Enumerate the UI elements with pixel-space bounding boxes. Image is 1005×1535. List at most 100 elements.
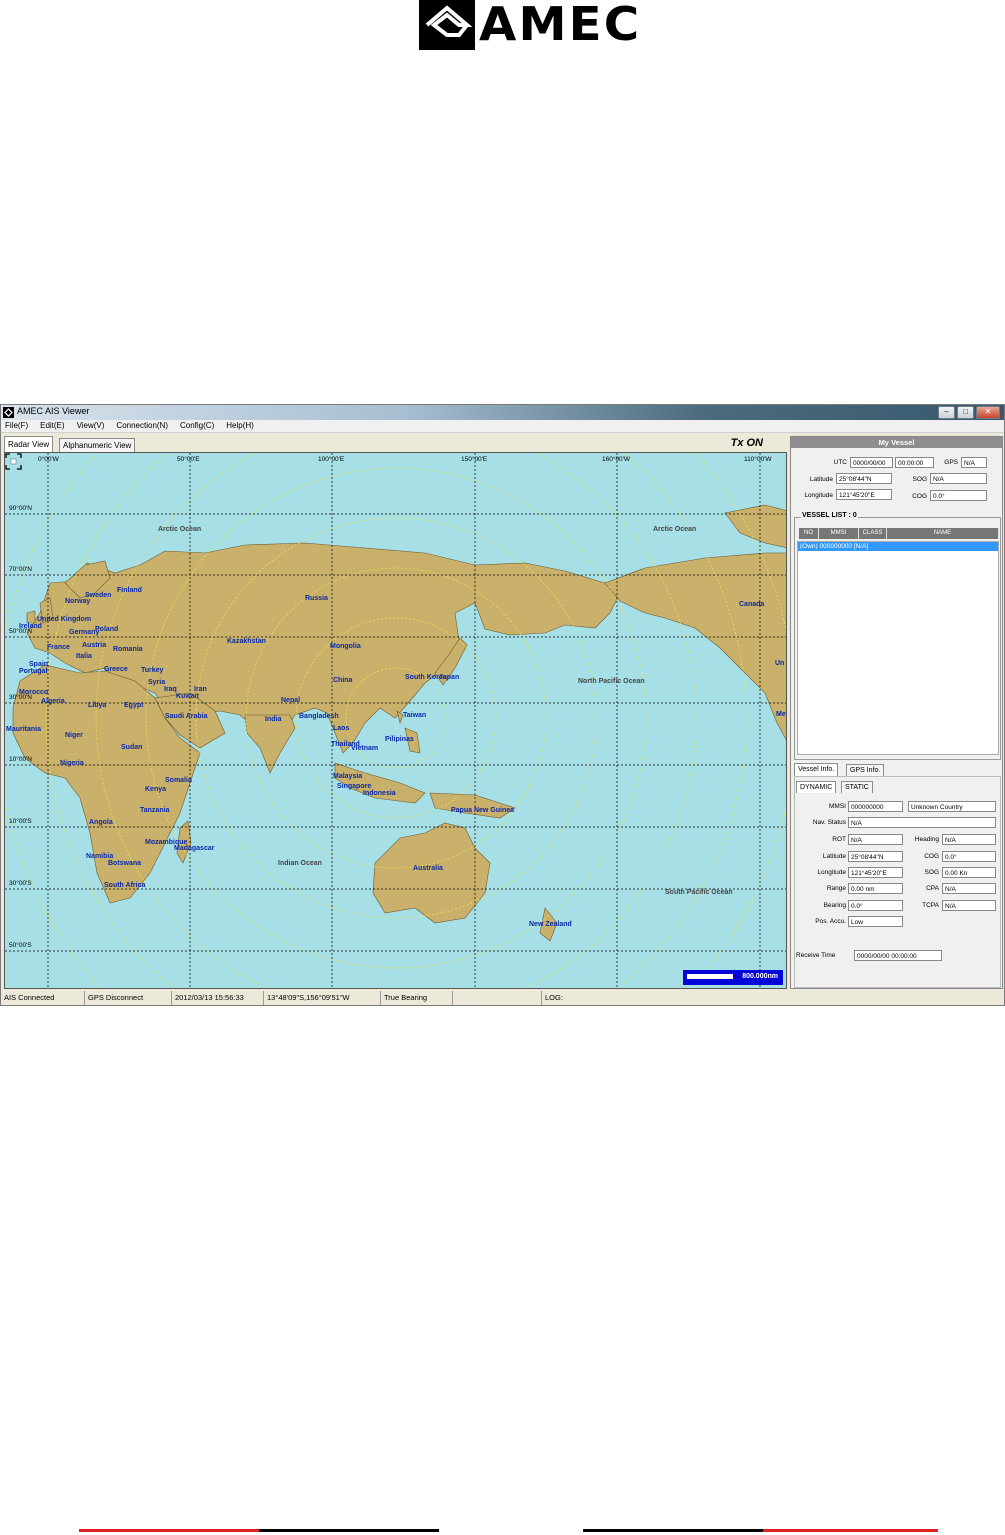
amec-logo: AMEC xyxy=(419,0,639,52)
gps-label: GPS xyxy=(944,459,958,466)
country-label: Portugal xyxy=(19,668,48,675)
lon-label: 0°00'W xyxy=(38,456,59,463)
close-icon[interactable]: ✕ xyxy=(976,406,1000,419)
lat-label: 70°00'N xyxy=(9,566,32,573)
country-label: United Kingdom xyxy=(37,616,92,623)
menu-view[interactable]: View(V) xyxy=(77,420,105,432)
country-label: Australia xyxy=(413,865,443,872)
receive-time-label: Receive Time xyxy=(796,952,836,959)
menu-file[interactable]: File(F) xyxy=(5,420,28,432)
col-name[interactable]: NAME xyxy=(887,528,999,539)
col-class[interactable]: CLASS xyxy=(859,528,887,539)
footer-line-black xyxy=(259,1529,439,1532)
menu-connection[interactable]: Connection(N) xyxy=(116,420,168,432)
pos-accu-field: Low xyxy=(848,916,903,927)
app-icon xyxy=(3,407,14,418)
country-label: Iraq xyxy=(164,686,177,693)
country-label: India xyxy=(265,716,282,723)
maximize-icon[interactable]: □ xyxy=(957,406,974,419)
status-datetime: 2012/03/13 15:56:33 xyxy=(172,991,264,1005)
longitude-label: Longitude xyxy=(804,492,833,499)
rot-label: ROT xyxy=(832,836,846,843)
tab-radar-view[interactable]: Radar View xyxy=(4,436,54,453)
longitude-field: 121°45'20"E xyxy=(848,867,903,878)
nav-status-field: N/A xyxy=(848,817,996,828)
range-label: Range xyxy=(826,885,846,892)
country-label: Italia xyxy=(76,653,92,660)
menu-bar: File(F) Edit(E) View(V) Connection(N) Co… xyxy=(1,420,1004,433)
latitude-field: 25°08'44"N xyxy=(848,851,903,862)
radar-pane: Radar View Alphanumeric View Tx ON 0°00'… xyxy=(4,436,787,989)
country-label: New Zealand xyxy=(529,921,572,928)
mmsi-field: 000000000 xyxy=(848,801,903,812)
col-mmsi[interactable]: MMSI xyxy=(819,528,859,539)
country-label: Angola xyxy=(89,819,113,826)
country-label: Tanzania xyxy=(140,807,170,814)
menu-help[interactable]: Help(H) xyxy=(226,420,254,432)
vessel-list-row-own[interactable]: (Own) 000000000 [N/A] xyxy=(798,542,998,551)
tab-vessel-info[interactable]: Vessel Info. xyxy=(794,763,839,776)
ocean-label: Indian Ocean xyxy=(278,860,322,867)
lon-label: 110°00'W xyxy=(744,456,772,463)
status-ais: AIS Connected xyxy=(1,991,85,1005)
utc-date-field: 0000/00/00 xyxy=(850,457,893,468)
heading-label: Heading xyxy=(914,836,939,843)
country-label: Japan xyxy=(439,674,460,681)
cog-label: COG xyxy=(924,853,939,860)
country-label: Greece xyxy=(104,666,128,673)
country-label: Madagascar xyxy=(174,845,215,852)
country-label: South Africa xyxy=(104,882,146,889)
country-label: Taiwan xyxy=(403,712,427,719)
country-label: Pilipinas xyxy=(385,736,414,743)
col-no[interactable]: NO xyxy=(799,528,819,539)
own-ship-icon[interactable] xyxy=(5,453,22,470)
country-label: Ireland xyxy=(19,623,42,630)
bearing-label: Bearing xyxy=(823,902,846,909)
menu-config[interactable]: Config(C) xyxy=(180,420,214,432)
country-label: Malaysia xyxy=(333,773,363,780)
latitude-field: 25°08'44"N xyxy=(836,473,892,484)
status-bearing-mode: True Bearing xyxy=(381,991,453,1005)
tab-static[interactable]: STATIC xyxy=(841,781,873,793)
cpa-label: CPA xyxy=(926,885,939,892)
country-label: Bangladesh xyxy=(299,713,339,720)
lon-label: 50°00'E xyxy=(177,456,200,463)
tab-alphanumeric-view[interactable]: Alphanumeric View xyxy=(59,438,136,452)
country-label: Nigeria xyxy=(60,760,84,767)
footer-line-black xyxy=(583,1529,763,1532)
country-label: Austria xyxy=(82,642,107,649)
menu-edit[interactable]: Edit(E) xyxy=(40,420,64,432)
country-label: Poland xyxy=(95,626,119,633)
country-label: France xyxy=(47,644,70,651)
minimize-icon[interactable]: – xyxy=(938,406,955,419)
status-log: LOG: xyxy=(545,993,563,1002)
status-blank xyxy=(453,991,542,1005)
info-pane: My Vessel UTC 0000/00/00 00:00:00 GPS N/… xyxy=(790,436,1003,989)
nav-status-label: Nav. Status xyxy=(812,819,846,826)
pos-accu-label: Pos. Accu. xyxy=(815,918,846,925)
country-label: Namibia xyxy=(86,853,114,860)
utc-label: UTC xyxy=(833,459,847,466)
latitude-label: Latitude xyxy=(809,476,833,483)
tab-dynamic[interactable]: DYNAMIC xyxy=(796,781,837,793)
country-label: Iran xyxy=(194,686,207,693)
lon-label: 100°00'E xyxy=(318,456,345,463)
country-label: Vietnam xyxy=(351,745,379,752)
country-label: Laos xyxy=(333,725,350,732)
footer-line-red xyxy=(763,1529,938,1532)
tcpa-label: TCPA xyxy=(922,902,939,909)
map-graphics xyxy=(5,453,786,988)
ocean-label: Arctic Ocean xyxy=(158,526,202,533)
bearing-field: 0.0° xyxy=(848,900,903,911)
country-label: Algeria xyxy=(41,698,65,705)
radar-map[interactable]: 0°00'W 50°00'E 100°00'E 150°00'E 160°00'… xyxy=(4,452,787,989)
cog-label: COG xyxy=(912,493,927,500)
scale-value: 800.000nm xyxy=(742,973,778,980)
sog-label: SOG xyxy=(924,869,939,876)
country-label: Russia xyxy=(305,595,328,602)
country-label: Saudi Arabia xyxy=(165,713,208,720)
sog-field: 0.00 Kn xyxy=(942,867,996,878)
tx-status: Tx ON xyxy=(730,437,763,449)
amec-logo-icon xyxy=(419,0,475,50)
app-window: AMEC AIS Viewer – □ ✕ File(F) Edit(E) Vi… xyxy=(0,404,1005,1006)
